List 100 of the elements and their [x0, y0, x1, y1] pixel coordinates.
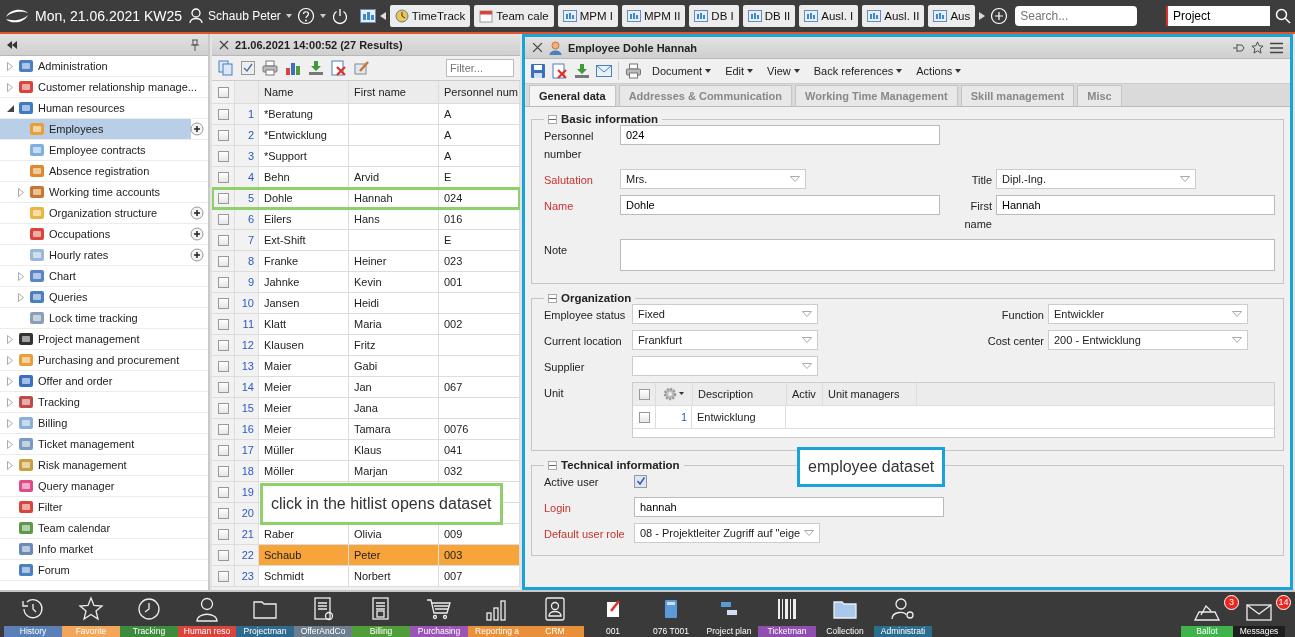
clock-icon[interactable] [135, 595, 163, 623]
delete-icon[interactable] [552, 63, 568, 79]
row-checkbox[interactable] [217, 528, 229, 540]
hitlist-row[interactable]: 12 Klausen Fritz [212, 335, 520, 356]
row-checkbox[interactable] [217, 360, 229, 372]
dropdown-arrow-icon[interactable] [802, 337, 812, 343]
expand-icon[interactable] [7, 460, 13, 470]
user-name[interactable]: Schaub Peter [208, 9, 281, 23]
module-tab[interactable]: Ausl. II [862, 5, 925, 27]
menu-button[interactable]: Back references [809, 65, 907, 77]
menu-button[interactable]: Document [648, 65, 716, 77]
row-checkbox[interactable] [217, 570, 229, 582]
add-icon[interactable] [190, 206, 204, 220]
taskbar-label[interactable]: 076 T001 [642, 626, 700, 637]
row-checkbox[interactable] [217, 423, 229, 435]
row-checkbox[interactable] [638, 411, 650, 423]
hitlist-row[interactable]: 9 Jahnke Kevin 001 [212, 272, 520, 293]
row-checkbox[interactable] [217, 213, 229, 225]
caret-icon[interactable] [285, 14, 292, 18]
row-checkbox[interactable] [217, 234, 229, 246]
form-tab[interactable]: General data [529, 85, 616, 106]
expand-icon[interactable] [7, 397, 13, 407]
row-checkbox[interactable] [217, 276, 229, 288]
hitlist-row[interactable]: 15 Meier Jana [212, 398, 520, 419]
row-checkbox[interactable] [217, 129, 229, 141]
person-icon[interactable] [193, 595, 221, 623]
hitlist-row[interactable]: 16 Meier Tamara 0076 [212, 419, 520, 440]
add-icon[interactable] [190, 227, 204, 241]
brush-icon[interactable] [354, 60, 370, 76]
module-tab[interactable]: MPM II [621, 5, 686, 27]
tree-item[interactable]: Purchasing and procurement [0, 350, 208, 371]
tree-item[interactable]: Query manager [0, 476, 208, 497]
gear-icon[interactable] [663, 387, 685, 401]
column-header[interactable]: Personnel num [439, 81, 520, 103]
row-checkbox[interactable] [217, 297, 229, 309]
collapse-section-icon[interactable] [548, 293, 557, 303]
dropdown-field[interactable] [632, 356, 818, 376]
tree-item[interactable]: Filter [0, 497, 208, 518]
hitlist-row[interactable]: 5 Dohle Hannah 024 [212, 188, 520, 209]
power-icon[interactable] [330, 7, 349, 25]
hitlist-row[interactable]: 13 Maier Gabi [212, 356, 520, 377]
dropdown-field[interactable]: 200 - Entwicklung [1048, 330, 1248, 350]
taskbar-label[interactable]: Collection [816, 626, 874, 637]
save-icon[interactable] [530, 63, 546, 79]
dropdown-field[interactable]: Frankfurt [632, 330, 818, 350]
row-checkbox[interactable] [217, 486, 229, 498]
tree-item[interactable]: Working time accounts [0, 182, 208, 203]
row-checkbox[interactable] [217, 381, 229, 393]
add-icon[interactable] [190, 122, 204, 136]
tree-item[interactable]: Project management [0, 329, 208, 350]
tree-item[interactable]: Administration [0, 56, 208, 77]
tree-item[interactable]: Offer and order [0, 371, 208, 392]
tree-item[interactable]: Forum [0, 560, 208, 581]
dropdown-field[interactable]: Dipl.-Ing. [996, 169, 1196, 189]
column-header[interactable]: Activ [787, 383, 823, 405]
dropdown-arrow-icon[interactable] [790, 176, 800, 182]
taskbar-label[interactable]: Tracking [120, 626, 178, 637]
taskbar-label[interactable]: OfferAndCo [294, 626, 352, 637]
row-checkbox[interactable] [217, 150, 229, 162]
search-field[interactable]: Search... [1015, 6, 1138, 26]
hitlist-row[interactable]: 11 Klatt Maria 002 [212, 314, 520, 335]
column-header[interactable]: Unit managers [823, 383, 917, 405]
expand-icon[interactable] [7, 439, 13, 449]
collapse-arrow-icon[interactable] [6, 104, 14, 112]
module-tab[interactable]: DB I [689, 5, 739, 27]
star-icon[interactable] [77, 595, 105, 623]
hitlist-row[interactable]: 8 Franke Heiner 023 [212, 251, 520, 272]
text-field[interactable]: hannah [634, 497, 944, 517]
collapse-section-icon[interactable] [548, 114, 557, 124]
hitlist-row[interactable]: 2 *Entwicklung A [212, 125, 520, 146]
row-checkbox[interactable] [217, 171, 229, 183]
checkbox-icon[interactable] [241, 61, 255, 75]
help-icon[interactable] [296, 7, 315, 25]
select-all-checkbox[interactable] [638, 388, 650, 400]
dropdown-field[interactable]: Mrs. [620, 169, 806, 189]
expand-icon[interactable] [18, 187, 24, 197]
tree-item[interactable]: Risk management [0, 455, 208, 476]
expand-icon[interactable] [7, 82, 13, 92]
row-checkbox[interactable] [217, 444, 229, 456]
dropdown-arrow-icon[interactable] [802, 363, 812, 369]
row-checkbox[interactable] [217, 318, 229, 330]
taskbar-label[interactable]: Administrati [874, 626, 932, 637]
hitlist-row[interactable]: 22 Schaub Peter 003 [212, 545, 520, 566]
grid-icon[interactable] [359, 9, 376, 23]
column-header[interactable]: First name [349, 81, 439, 103]
close-icon[interactable] [219, 39, 229, 50]
pin-icon[interactable] [1232, 41, 1245, 54]
tree-item[interactable]: Customer relationship manage... [0, 77, 208, 98]
tree-item[interactable]: Occupations [0, 224, 208, 245]
download-icon[interactable] [574, 63, 590, 79]
hitlist-row[interactable]: 10 Jansen Heidi [212, 293, 520, 314]
row-checkbox[interactable] [217, 549, 229, 561]
tree-item[interactable]: Info market [0, 539, 208, 560]
hitlist-row[interactable]: 17 Müller Klaus 041 [212, 440, 520, 461]
copy-icon[interactable] [218, 60, 234, 76]
dropdown-arrow-icon[interactable] [1232, 311, 1242, 317]
text-field[interactable]: Dohle [620, 195, 940, 215]
row-checkbox[interactable] [217, 192, 229, 204]
print-icon[interactable] [625, 63, 642, 79]
text-field[interactable]: 024 [620, 125, 940, 145]
